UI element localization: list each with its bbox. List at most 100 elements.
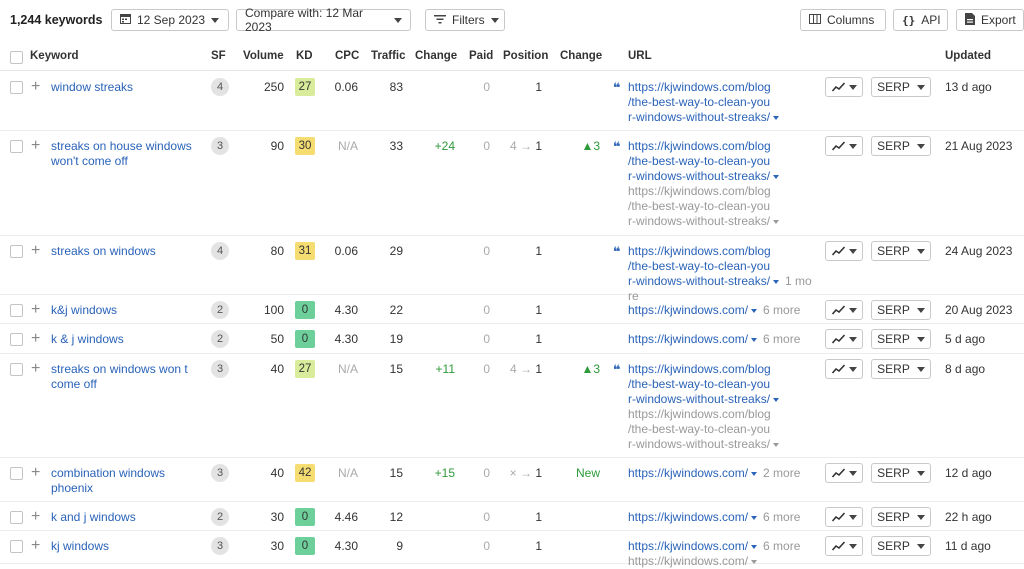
select-all-checkbox[interactable] [10,51,23,64]
keyword-link[interactable]: k & j windows [51,332,201,347]
api-button[interactable]: {} API [893,9,948,31]
serp-features-badge[interactable]: 2 [211,301,229,319]
keyword-link[interactable]: streaks on windows [51,244,201,259]
add-keyword-icon[interactable]: + [31,302,40,318]
keyword-link[interactable]: streaks on house windows won't come off [51,139,201,169]
add-keyword-icon[interactable]: + [31,361,40,377]
row-checkbox[interactable] [10,540,23,553]
column-header-url[interactable]: URL [628,50,652,62]
row-checkbox[interactable] [10,363,23,376]
row-checkbox[interactable] [10,467,23,480]
chevron-down-icon[interactable] [751,544,758,549]
filters-button[interactable]: Filters [425,9,505,31]
add-keyword-icon[interactable]: + [31,331,40,347]
trend-dropdown-button[interactable] [825,241,863,261]
column-header-volume[interactable]: Volume [243,50,284,62]
export-button[interactable]: Export [956,9,1024,31]
serp-dropdown-button[interactable]: SERP [871,536,931,556]
add-keyword-icon[interactable]: + [31,509,40,525]
column-header-kd[interactable]: KD [296,50,313,62]
column-header-keyword[interactable]: Keyword [30,50,79,62]
serp-features-badge[interactable]: 2 [211,508,229,526]
trend-dropdown-button[interactable] [825,359,863,379]
ranking-url-link[interactable]: https://kjwindows.com/6 more [628,332,813,347]
trend-dropdown-button[interactable] [825,463,863,483]
column-header-cpc[interactable]: CPC [335,50,359,62]
chevron-down-icon[interactable] [751,559,758,564]
ranking-url-link[interactable]: https://kjwindows.com/6 more [628,510,813,525]
serp-dropdown-button[interactable]: SERP [871,136,931,156]
row-checkbox[interactable] [10,511,23,524]
serp-dropdown-button[interactable]: SERP [871,77,931,97]
keyword-link[interactable]: streaks on windows won t come off [51,362,201,392]
serp-dropdown-button[interactable]: SERP [871,329,931,349]
serp-features-badge[interactable]: 4 [211,78,229,96]
trend-dropdown-button[interactable] [825,77,863,97]
keyword-link[interactable]: k and j windows [51,510,201,525]
chevron-down-icon[interactable] [751,308,758,313]
serp-features-badge[interactable]: 3 [211,137,229,155]
more-urls-link[interactable]: 6 more [763,332,800,346]
add-keyword-icon[interactable]: + [31,538,40,554]
chevron-down-icon[interactable] [773,279,780,284]
chevron-down-icon[interactable] [751,471,758,476]
chevron-down-icon[interactable] [751,515,758,520]
add-keyword-icon[interactable]: + [31,138,40,154]
serp-features-badge[interactable]: 3 [211,464,229,482]
serp-features-badge[interactable]: 2 [211,330,229,348]
serp-features-badge[interactable]: 3 [211,537,229,555]
chevron-down-icon[interactable] [773,174,780,179]
column-header-updated[interactable]: Updated [945,50,991,62]
chevron-down-icon[interactable] [773,397,780,402]
ranking-url-link[interactable]: https://kjwindows.com/blog/the-best-way-… [628,362,813,452]
row-checkbox[interactable] [10,304,23,317]
keyword-link[interactable]: kj windows [51,539,201,554]
keyword-link[interactable]: k&j windows [51,303,201,318]
add-keyword-icon[interactable]: + [31,243,40,259]
trend-dropdown-button[interactable] [825,329,863,349]
serp-features-badge[interactable]: 3 [211,360,229,378]
column-header-position-change[interactable]: Change [560,50,602,62]
trend-dropdown-button[interactable] [825,300,863,320]
row-checkbox[interactable] [10,333,23,346]
row-checkbox[interactable] [10,81,23,94]
ranking-url-link[interactable]: https://kjwindows.com/6 more [628,303,813,318]
row-checkbox[interactable] [10,140,23,153]
more-urls-link[interactable]: 6 more [763,539,800,553]
ranking-url-link[interactable]: https://kjwindows.com/2 more [628,466,813,481]
chevron-down-icon[interactable] [773,115,780,120]
ranking-url-link[interactable]: https://kjwindows.com/blog/the-best-way-… [628,80,813,125]
url-line: https://kjwindows.com/6 more [628,303,801,317]
chevron-down-icon[interactable] [751,337,758,342]
column-header-change[interactable]: Change [415,50,457,62]
more-urls-link[interactable]: 6 more [763,303,800,317]
column-header-position[interactable]: Position [503,50,548,62]
row-checkbox[interactable] [10,245,23,258]
more-urls-link[interactable]: 2 more [763,466,800,480]
column-header-traffic[interactable]: Traffic [371,50,406,62]
serp-features-badge[interactable]: 4 [211,242,229,260]
serp-dropdown-button[interactable]: SERP [871,359,931,379]
trend-dropdown-button[interactable] [825,136,863,156]
add-keyword-icon[interactable]: + [31,79,40,95]
trend-dropdown-button[interactable] [825,536,863,556]
serp-dropdown-button[interactable]: SERP [871,507,931,527]
chevron-down-icon[interactable] [773,219,780,224]
column-header-paid[interactable]: Paid [469,50,493,62]
serp-dropdown-button[interactable]: SERP [871,463,931,483]
ranking-url-link[interactable]: https://kjwindows.com/6 more https://kjwi… [628,539,813,569]
column-header-sf[interactable]: SF [211,50,226,62]
chevron-down-icon[interactable] [773,442,780,447]
ranking-url-link[interactable]: https://kjwindows.com/blog/the-best-way-… [628,139,813,229]
keyword-link[interactable]: window streaks [51,80,201,95]
chevron-down-icon [916,248,925,254]
compare-dropdown[interactable]: Compare with: 12 Mar 2023 [236,6,411,34]
more-urls-link[interactable]: 6 more [763,510,800,524]
serp-dropdown-button[interactable]: SERP [871,241,931,261]
trend-dropdown-button[interactable] [825,507,863,527]
serp-dropdown-button[interactable]: SERP [871,300,931,320]
date-picker-button[interactable]: 12 Sep 2023 [111,9,229,31]
keyword-link[interactable]: combination windows phoenix [51,466,201,496]
add-keyword-icon[interactable]: + [31,465,40,481]
columns-button[interactable]: Columns [800,9,886,31]
